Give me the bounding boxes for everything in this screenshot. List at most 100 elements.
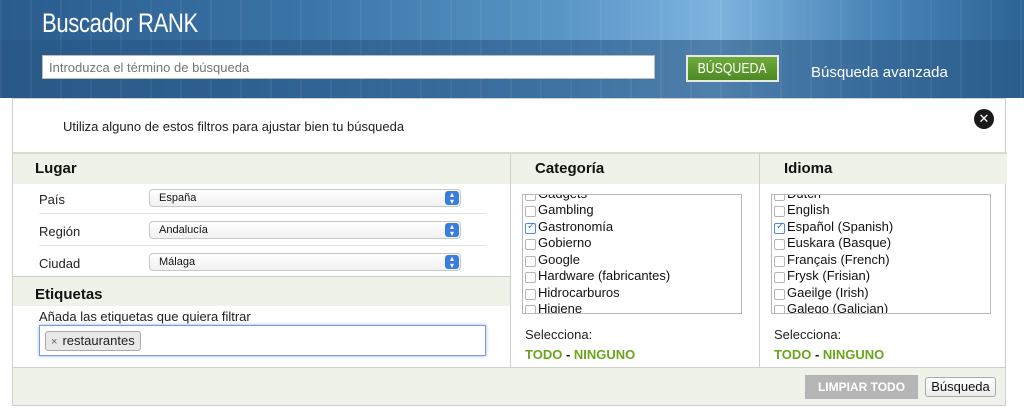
idioma-option[interactable]: Frysk (Frisian)	[774, 268, 893, 285]
idioma-option[interactable]: Galego (Galician)	[774, 301, 893, 314]
categoria-option[interactable]: Higiene	[525, 301, 670, 314]
ciudad-select[interactable]: Málaga ▴ ▾	[149, 253, 461, 271]
region-label: Región	[39, 224, 81, 239]
etiquetas-description: Añada las etiquetas que quiera filtrar	[39, 309, 251, 324]
panel-footer: LIMPIAR TODO Búsqueda	[13, 367, 1005, 405]
idioma-select-links: TODO - NINGUNO	[774, 347, 884, 362]
apply-search-button[interactable]: Búsqueda	[925, 377, 996, 397]
select-arrows-icon: ▴ ▾	[445, 223, 459, 238]
search-input[interactable]	[42, 55, 655, 79]
select-arrows-icon: ▴ ▾	[445, 191, 459, 206]
pais-value: España	[159, 192, 197, 204]
idioma-option-label: Euskara (Basque)	[787, 235, 892, 251]
advanced-search-link[interactable]: Búsqueda avanzada	[811, 64, 948, 81]
close-icon[interactable]: ✕	[974, 109, 994, 129]
categoria-select-links: TODO - NINGUNO	[525, 347, 635, 362]
categoria-list-items: GadgetsGamblingGastronomíaGobiernoGoogle…	[525, 195, 670, 314]
categoria-select-sep: -	[562, 347, 574, 362]
categoria-option[interactable]: Gobierno	[525, 235, 670, 252]
lugar-section: Lugar País España ▴ ▾ Región Andalucía ▴ ▾ C…	[13, 152, 510, 367]
categoria-option-label: Gadgets	[538, 195, 587, 201]
checkbox[interactable]	[774, 195, 785, 201]
categoria-option-label: Hardware (fabricantes)	[538, 268, 671, 284]
idioma-option[interactable]: Español (Spanish)	[774, 218, 893, 235]
filter-panel: Utiliza alguno de estos filtros para aju…	[12, 98, 1007, 406]
idioma-option[interactable]: English	[774, 202, 893, 219]
categoria-option[interactable]: Gastronomía	[525, 218, 670, 235]
region-value: Andalucía	[159, 224, 208, 236]
lugar-title: Lugar	[13, 154, 510, 184]
categoria-title: Categoría	[511, 154, 760, 184]
idioma-option[interactable]: Gaeilge (Irish)	[774, 284, 893, 301]
pais-row: País España ▴ ▾	[39, 184, 486, 214]
checkbox[interactable]	[525, 206, 536, 218]
categoria-section: Categoría GadgetsGamblingGastronomíaGobi…	[510, 152, 760, 367]
idioma-option-label: English	[787, 202, 830, 218]
ciudad-value: Málaga	[159, 256, 196, 268]
checkbox[interactable]	[525, 288, 536, 300]
checkbox[interactable]	[525, 305, 536, 313]
categoria-option-label: Gambling	[538, 202, 594, 218]
ciudad-row: Ciudad Málaga ▴ ▾	[39, 248, 486, 278]
idioma-option-label: Galego (Galician)	[787, 301, 889, 314]
remove-tag-icon[interactable]: ×	[51, 336, 57, 348]
tag-label: restaurantes	[62, 333, 135, 348]
idioma-title: Idioma	[760, 154, 1007, 184]
idioma-option-label: Dutch	[787, 195, 821, 201]
idioma-section: Idioma DutchEnglishEspañol (Spanish)Eusk…	[759, 152, 1007, 367]
checkbox[interactable]	[774, 288, 785, 300]
idioma-option-label: Français (French)	[787, 251, 890, 267]
idioma-select-sep: -	[811, 347, 823, 362]
categoria-list[interactable]: GadgetsGamblingGastronomíaGobiernoGoogle…	[522, 194, 742, 314]
categoria-option[interactable]: Google	[525, 251, 670, 268]
idioma-option[interactable]: Français (French)	[774, 251, 893, 268]
idioma-list[interactable]: DutchEnglishEspañol (Spanish)Euskara (Ba…	[771, 194, 991, 314]
idioma-option[interactable]: Euskara (Basque)	[774, 235, 893, 252]
idioma-select-none[interactable]: NINGUNO	[823, 347, 884, 362]
clear-all-button[interactable]: LIMPIAR TODO	[805, 375, 918, 399]
checkbox[interactable]	[525, 239, 536, 251]
panel-intro: Utiliza alguno de estos filtros para aju…	[63, 119, 405, 134]
checkbox[interactable]	[525, 255, 536, 267]
region-row: Región Andalucía ▴ ▾	[39, 216, 486, 246]
categoria-option-label: Gastronomía	[538, 218, 614, 234]
checkbox[interactable]	[774, 255, 785, 267]
ciudad-label: Ciudad	[39, 256, 81, 271]
pais-label: País	[39, 192, 66, 207]
idioma-list-items: DutchEnglishEspañol (Spanish)Euskara (Ba…	[774, 195, 893, 314]
categoria-option[interactable]: Gadgets	[525, 195, 670, 202]
checkbox[interactable]	[774, 305, 785, 313]
checkbox[interactable]	[525, 195, 536, 201]
categoria-option-label: Gobierno	[538, 235, 592, 251]
tag-chip[interactable]: × restaurantes	[45, 331, 141, 351]
checkbox[interactable]	[525, 221, 536, 234]
categoria-option[interactable]: Gambling	[525, 202, 670, 219]
idioma-option-label: Gaeilge (Irish)	[787, 284, 869, 300]
categoria-option[interactable]: Hidrocarburos	[525, 284, 670, 301]
etiquetas-title: Etiquetas	[13, 276, 510, 306]
idioma-option-label: Frysk (Frisian)	[787, 268, 871, 284]
region-select[interactable]: Andalucía ▴ ▾	[149, 221, 461, 239]
categoria-select-none[interactable]: NINGUNO	[574, 347, 635, 362]
idioma-option[interactable]: Dutch	[774, 195, 893, 202]
checkbox[interactable]	[774, 272, 785, 284]
search-button[interactable]: BÚSQUEDA	[686, 55, 779, 82]
categoria-option-label: Google	[538, 251, 580, 267]
tags-input[interactable]: × restaurantes	[39, 325, 486, 356]
checkbox[interactable]	[774, 206, 785, 218]
header-banner: Buscador RANK BÚSQUEDA Búsqueda avanzada	[0, 0, 1024, 98]
idioma-select-all[interactable]: TODO	[774, 347, 811, 362]
categoria-option-label: Hidrocarburos	[538, 284, 620, 300]
categoria-select-all[interactable]: TODO	[525, 347, 562, 362]
checkbox[interactable]	[774, 239, 785, 251]
categoria-option-label: Higiene	[538, 301, 583, 314]
pais-select[interactable]: España ▴ ▾	[149, 189, 461, 207]
select-arrows-icon: ▴ ▾	[445, 255, 459, 270]
idioma-select-label: Selecciona:	[774, 327, 842, 342]
idioma-option-label: Español (Spanish)	[787, 218, 894, 234]
categoria-option[interactable]: Hardware (fabricantes)	[525, 268, 670, 285]
brand-title[interactable]: Buscador RANK	[42, 8, 198, 39]
checkbox[interactable]	[774, 221, 785, 234]
checkbox[interactable]	[525, 272, 536, 284]
categoria-select-label: Selecciona:	[525, 327, 593, 342]
